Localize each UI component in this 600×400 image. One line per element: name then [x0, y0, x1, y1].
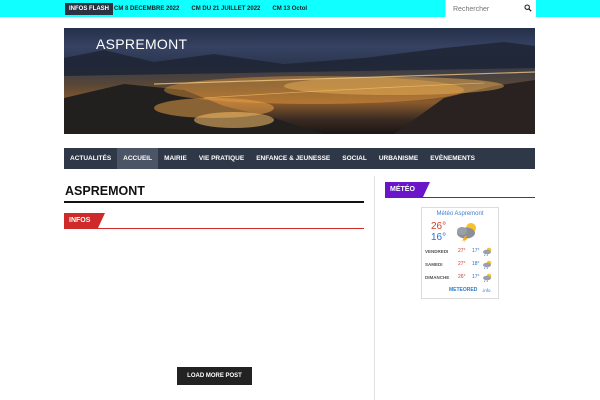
- column-divider: [374, 176, 375, 400]
- infos-flash-badge: INFOS FLASH: [65, 3, 113, 15]
- nav-item-social[interactable]: SOCIAL: [336, 148, 373, 169]
- nav-item-actualites[interactable]: ACTUALITÉS: [64, 148, 117, 169]
- forecast-day: DIMANCHE: [425, 275, 450, 280]
- flash-item[interactable]: CM 8 DECEMBRE 2022: [114, 3, 179, 15]
- forecast-row: SAMEDI 27° 18°: [425, 260, 495, 270]
- sun-cloud-rain-icon: [483, 273, 492, 282]
- flash-item[interactable]: CM 13 Octol: [272, 3, 307, 15]
- forecast-max: 27°: [458, 261, 466, 267]
- meteored-logo-tld[interactable]: .info: [482, 288, 491, 293]
- weather-widget-title[interactable]: Météo Aspremont: [422, 211, 498, 217]
- nav-item-vie-pratique[interactable]: VIE PRATIQUE: [193, 148, 250, 169]
- site-title[interactable]: ASPREMONT: [96, 36, 187, 52]
- today-max-temp: 26°: [431, 221, 447, 232]
- infos-section-divider: [64, 228, 364, 229]
- search-icon[interactable]: [524, 4, 532, 12]
- header-banner[interactable]: ASPREMONT: [64, 28, 535, 134]
- forecast-max: 26°: [458, 274, 466, 280]
- weather-widget[interactable]: Météo Aspremont 26° 16° VENDREDI 27° 17°…: [421, 207, 499, 299]
- nav-item-urbanisme[interactable]: URBANISME: [373, 148, 424, 169]
- forecast-row: VENDREDI 27° 17°: [425, 247, 495, 257]
- forecast-max: 27°: [458, 248, 466, 254]
- nav-item-accueil[interactable]: ACCUEIL: [117, 148, 159, 169]
- search-box: [445, 0, 536, 17]
- meteored-logo[interactable]: METEORED: [449, 287, 477, 293]
- forecast-min: 17°: [472, 248, 480, 254]
- page-title: ASPREMONT: [65, 184, 145, 198]
- meteo-section-divider: [385, 197, 535, 198]
- flash-ticker: CM 8 DECEMBRE 2022 CM DU 21 JUILLET 2022…: [114, 3, 307, 15]
- load-more-button[interactable]: LOAD MORE POST: [177, 367, 252, 385]
- main-nav: ACTUALITÉS ACCUEIL MAIRIE VIE PRATIQUE E…: [64, 148, 535, 169]
- nav-item-evenements[interactable]: EVÈNEMENTS: [424, 148, 481, 169]
- sun-cloud-rain-icon: [483, 247, 492, 256]
- nav-item-mairie[interactable]: MAIRIE: [158, 148, 193, 169]
- storm-cloud-sun-icon: [457, 223, 476, 243]
- today-min-temp: 16°: [431, 232, 447, 243]
- forecast-day: SAMEDI: [425, 262, 443, 267]
- top-bar: INFOS FLASH CM 8 DECEMBRE 2022 CM DU 21 …: [0, 0, 600, 17]
- forecast-min: 17°: [472, 274, 480, 280]
- forecast-row: DIMANCHE 26° 17°: [425, 273, 495, 283]
- forecast-min: 18°: [472, 261, 480, 267]
- sun-cloud-rain-icon: [483, 260, 492, 269]
- nav-item-enfance-jeunesse[interactable]: ENFANCE & JEUNESSE: [250, 148, 336, 169]
- forecast-day: VENDREDI: [425, 249, 449, 254]
- meteo-section-heading: MÉTÉO: [385, 182, 430, 197]
- search-input[interactable]: [451, 1, 525, 17]
- infos-section-heading: INFOS: [64, 213, 106, 228]
- flash-item[interactable]: CM DU 21 JUILLET 2022: [191, 3, 260, 15]
- title-divider: [64, 201, 364, 203]
